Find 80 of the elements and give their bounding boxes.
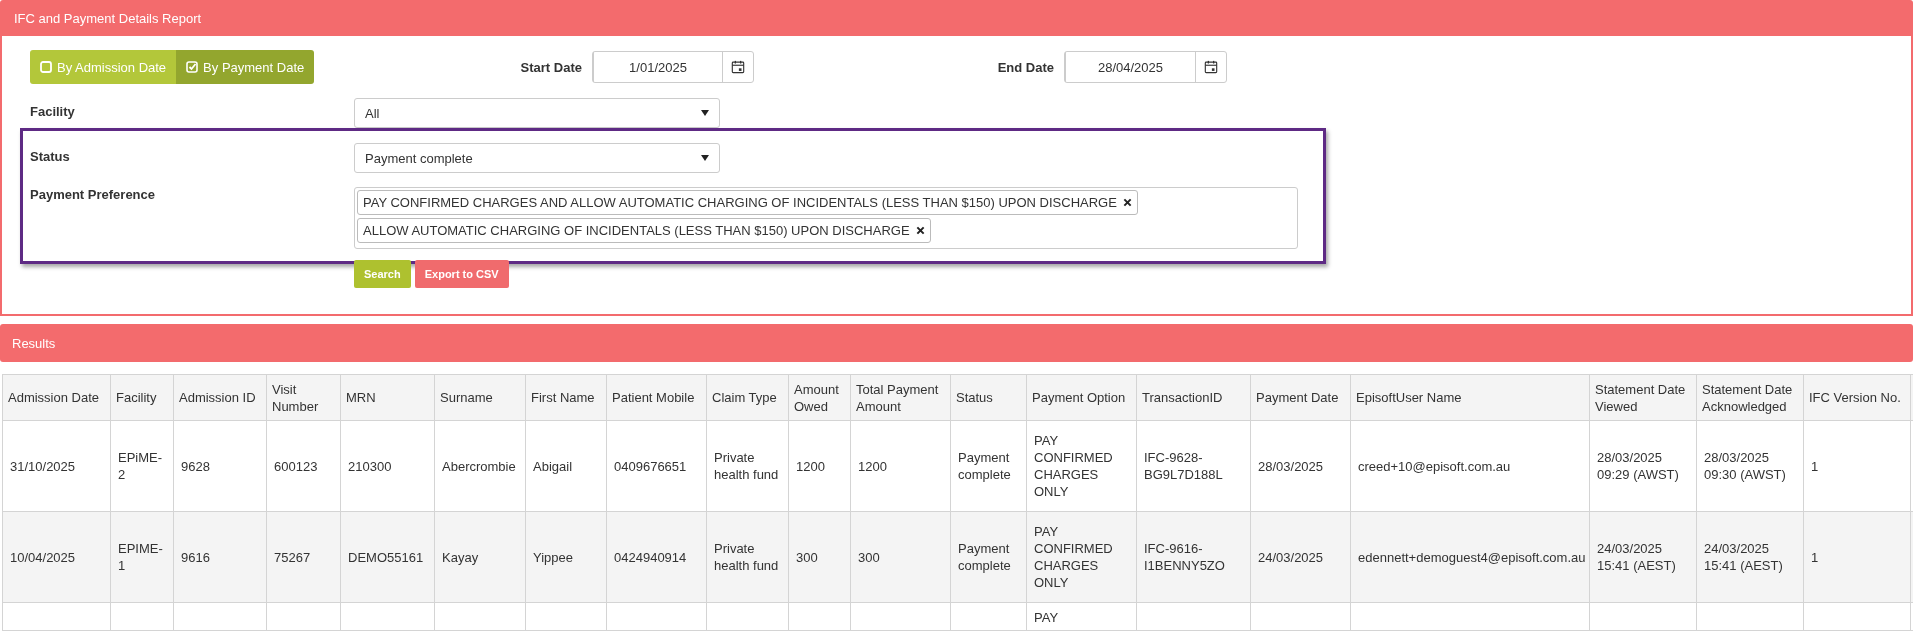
table-cell: 1200 [788,420,851,512]
table-cell: 9616 [173,511,267,603]
column-header: Status [950,374,1027,421]
table-cell: EPiME-2 [110,420,174,512]
field-label: Facility [30,103,76,119]
table-cell: EPIME-1 [110,511,174,603]
caret-icon [701,110,709,116]
column-header: Claim Type [706,374,789,421]
table-cell: 300 [850,511,951,603]
panel-title: Results [12,335,56,351]
table-cell: 24/03/2025 15:41 (AEST) [1589,511,1697,603]
column-header: Statement Date Acknowledged [1696,374,1804,421]
table-cell: IFC-9616-I1BENNY5ZO [1136,511,1251,603]
table-cell: Abercrombie [434,420,526,512]
column-header: Amount Owed [788,374,851,421]
table-cell: PAY [1026,602,1137,631]
selected-tag: ALLOW AUTOMATIC CHARGING OF INCIDENTALS (LESS THAN $150) UPON DISCHARGE [357,218,931,243]
calendar-icon [731,60,745,74]
column-header: Patient Mobile [606,374,707,421]
date-field[interactable]: 1/01/2025 [592,51,754,83]
table-cell: edennett+demoguest4@episoft.com.au [1350,511,1590,603]
table-cell: Abigail [525,420,607,512]
table-cell: Kayay [434,511,526,603]
table-cell: DEMO55161 [340,511,435,603]
table-cell: 31/10/2025 [2,420,111,512]
table-cell: 28/03/2025 09:30 (AWST) [1696,420,1804,512]
field-label: End Date [996,59,1055,75]
selected-tag: PAY CONFIRMED CHARGES AND ALLOW AUTOMATIC CHARGING OF INCIDENTALS (LESS THAN $150) UPON DISCHARGE [357,190,1138,215]
caret-icon [701,155,709,161]
table-cell: IFC-9628-BG9L7D188L [1136,420,1251,512]
column-header: Visit Number [266,374,341,421]
column-header: Surname [434,374,526,421]
column-header: MRN [340,374,435,421]
column-header: Facility [110,374,174,421]
table-cell: creed+10@episoft.com.au [1350,420,1590,512]
table-cell: 1200 [850,420,951,512]
table-cell: 28/03/2025 09:29 (AWST) [1589,420,1697,512]
multi-select-field[interactable]: PAY CONFIRMED CHARGES AND ALLOW AUTOMATIC CHARGING OF INCIDENTALS (LESS THAN $150) UPON DISCHARGE ALLOW AUTOMATIC CHARGING OF INCIDENTALS (LESS THAN $150) UPON DISCHARGE [354,187,1298,249]
table-cell: 28/03/2025 [1250,420,1351,512]
table-cell: 10/04/2025 [2,511,111,603]
status-dropdown[interactable]: Payment complete [354,143,720,173]
column-header: Statement Date Viewed [1589,374,1697,421]
table-cell: PAY CONFIRMED CHARGES ONLY [1026,420,1137,512]
column-header: EpisoftUser Name [1350,374,1590,421]
column-header: Total Payment Amount [850,374,951,421]
checked-box-icon [186,61,199,73]
field-label: Status [30,148,71,164]
table-cell: 600123 [266,420,341,512]
column-header: IFC Version No. [1803,374,1911,421]
column-header: Payment Option [1026,374,1137,421]
table-cell: 0409676651 [606,420,707,512]
table-cell: 210300 [340,420,435,512]
remove-icon[interactable] [915,226,925,235]
column-header: Payment Date [1250,374,1351,421]
column-header: TransactionID [1136,374,1251,421]
table-cell: 1 [1803,511,1911,603]
column-header: Admission Date [2,374,111,421]
remove-icon[interactable] [1122,198,1132,207]
table-cell: 300 [788,511,851,603]
field-label: Start Date [520,59,583,75]
column-header: First Name [525,374,607,421]
table-cell: 75267 [266,511,341,603]
field-label: Payment Preference [30,187,156,202]
panel-title: IFC and Payment Details Report [14,10,202,26]
table-cell: Private health fund [706,511,789,603]
date-field[interactable]: 28/04/2025 [1064,51,1227,83]
table-cell: 0424940914 [606,511,707,603]
table-cell: 9628 [173,420,267,512]
table-cell: PAY CONFIRMED CHARGES ONLY [1026,511,1137,603]
table-cell: Payment complete [950,420,1027,512]
facility-dropdown[interactable]: All [354,98,720,128]
table-cell: 24/03/2025 15:41 (AEST) [1696,511,1804,603]
table-cell: Yippee [525,511,607,603]
calendar-icon [1204,60,1218,74]
table-cell: Private health fund [706,420,789,512]
table-cell: 1 [1803,420,1911,512]
table-cell: 24/03/2025 [1250,511,1351,603]
checkbox-icon [40,61,52,73]
column-header: Admission ID [173,374,267,421]
table-cell: Payment complete [950,511,1027,603]
